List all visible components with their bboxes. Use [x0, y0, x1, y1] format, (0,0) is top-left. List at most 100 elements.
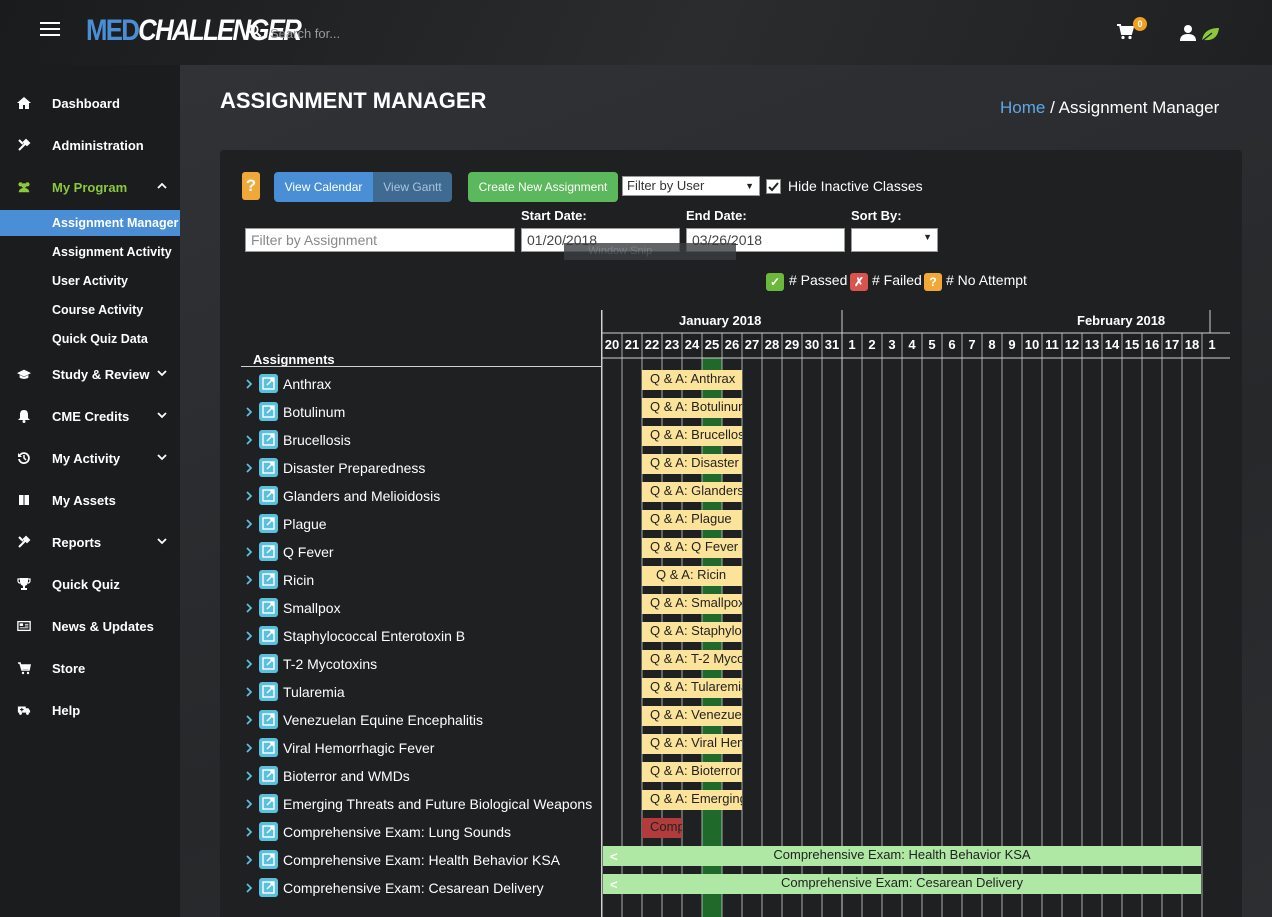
- assignment-bar[interactable]: Q & A: Disaster Preparedness: [642, 454, 742, 474]
- edit-icon[interactable]: [259, 682, 278, 701]
- sidebar-item-my-activity[interactable]: My Activity: [0, 446, 180, 472]
- hide-inactive-checkbox[interactable]: [766, 179, 781, 194]
- assignment-bar[interactable]: Q & A: Staphylococcal Enterotoxin B: [642, 622, 742, 642]
- assignment-bar[interactable]: Q & A: Bioterror and WMDs: [642, 762, 742, 782]
- sidebar-item-quick-quiz[interactable]: Quick Quiz: [0, 572, 180, 598]
- search-input[interactable]: [270, 20, 570, 46]
- chevron-right-icon[interactable]: [246, 547, 253, 557]
- breadcrumb-home-link[interactable]: Home: [1000, 98, 1045, 117]
- filter-by-assignment-input[interactable]: [245, 228, 515, 252]
- sidebar-item-my-program[interactable]: My Program: [0, 175, 180, 201]
- assignment-row[interactable]: Ricin: [240, 566, 600, 594]
- assignment-bar[interactable]: Q & A: Plague: [642, 510, 742, 530]
- chevron-right-icon[interactable]: [246, 519, 253, 529]
- chevron-right-icon[interactable]: [246, 379, 253, 389]
- edit-icon[interactable]: [259, 626, 278, 645]
- chevron-right-icon[interactable]: [246, 715, 253, 725]
- chevron-right-icon[interactable]: [246, 491, 253, 501]
- assignment-bar[interactable]: Q & A: Botulinum: [642, 398, 742, 418]
- chevron-right-icon[interactable]: [246, 687, 253, 697]
- chevron-right-icon[interactable]: [246, 463, 253, 473]
- chevron-right-icon[interactable]: [246, 827, 253, 837]
- sidebar-item-help[interactable]: Help: [0, 698, 180, 724]
- edit-icon[interactable]: [259, 486, 278, 505]
- chevron-right-icon[interactable]: [246, 659, 253, 669]
- assignment-row[interactable]: Brucellosis: [240, 426, 600, 454]
- assignment-bar[interactable]: < Comprehensive Exam: Health Behavior KSA: [603, 846, 1201, 866]
- sort-by-select[interactable]: ▼: [851, 228, 938, 252]
- sidebar-subitem-assignment-activity[interactable]: Assignment Activity: [0, 239, 180, 265]
- sidebar-item-dashboard[interactable]: Dashboard: [0, 91, 180, 117]
- assignment-bar[interactable]: Q & A: Emerging Threats: [642, 790, 742, 810]
- edit-icon[interactable]: [259, 570, 278, 589]
- assignment-bar[interactable]: Q & A: Venezuelan Equine Encephalitis: [642, 706, 742, 726]
- assignment-row[interactable]: Anthrax: [240, 370, 600, 398]
- sidebar-item-news-updates[interactable]: News & Updates: [0, 614, 180, 640]
- assignment-bar[interactable]: Q & A: Q Fever: [642, 538, 742, 558]
- edit-icon[interactable]: [259, 654, 278, 673]
- create-new-assignment-button[interactable]: Create New Assignment: [468, 172, 618, 202]
- logo[interactable]: MEDCHALLENGER: [86, 14, 302, 48]
- assignment-row[interactable]: Staphylococcal Enterotoxin B: [240, 622, 600, 650]
- sidebar-item-my-assets[interactable]: My Assets: [0, 488, 180, 514]
- assignment-bar[interactable]: Q & A: Glanders and Melioidosis: [642, 482, 742, 502]
- chevron-right-icon[interactable]: [246, 855, 253, 865]
- assignment-row[interactable]: Tularemia: [240, 678, 600, 706]
- edit-icon[interactable]: [259, 374, 278, 393]
- chevron-right-icon[interactable]: [246, 407, 253, 417]
- assignment-bar[interactable]: Q & A: Tularemia: [642, 678, 742, 698]
- sidebar-item-cme-credits[interactable]: CME Credits: [0, 404, 180, 430]
- edit-icon[interactable]: [259, 794, 278, 813]
- user-icon[interactable]: [1180, 24, 1196, 41]
- assignment-row[interactable]: Bioterror and WMDs: [240, 762, 600, 790]
- assignment-bar[interactable]: Q & A: Ricin: [642, 566, 742, 586]
- edit-icon[interactable]: [259, 822, 278, 841]
- sidebar-item-reports[interactable]: Reports: [0, 530, 180, 556]
- scroll-left-arrow[interactable]: <: [610, 876, 618, 894]
- assignment-row[interactable]: Plague: [240, 510, 600, 538]
- chevron-right-icon[interactable]: [246, 799, 253, 809]
- assignment-bar[interactable]: Q & A: Viral Hemorrhagic Fever: [642, 734, 742, 754]
- edit-icon[interactable]: [259, 430, 278, 449]
- chevron-right-icon[interactable]: [246, 771, 253, 781]
- sidebar-item-study-review[interactable]: Study & Review: [0, 362, 180, 388]
- chevron-right-icon[interactable]: [246, 883, 253, 893]
- hamburger-menu-icon[interactable]: [40, 22, 60, 36]
- edit-icon[interactable]: [259, 402, 278, 421]
- chevron-right-icon[interactable]: [246, 743, 253, 753]
- view-gantt-button[interactable]: View Gantt: [373, 172, 452, 202]
- assignment-row[interactable]: Q Fever: [240, 538, 600, 566]
- assignment-row[interactable]: Comprehensive Exam: Lung Sounds: [240, 818, 600, 846]
- sidebar-subitem-user-activity[interactable]: User Activity: [0, 268, 180, 294]
- assignment-row[interactable]: Disaster Preparedness: [240, 454, 600, 482]
- chevron-right-icon[interactable]: [246, 435, 253, 445]
- assignment-bar[interactable]: Q & A: Smallpox: [642, 594, 742, 614]
- edit-icon[interactable]: [259, 738, 278, 757]
- assignment-bar[interactable]: Q & A: Brucellosis: [642, 426, 742, 446]
- search-icon[interactable]: [248, 24, 262, 38]
- view-calendar-button[interactable]: View Calendar: [274, 172, 373, 202]
- sidebar-subitem-course-activity[interactable]: Course Activity: [0, 297, 180, 323]
- edit-icon[interactable]: [259, 514, 278, 533]
- chevron-right-icon[interactable]: [246, 603, 253, 613]
- filter-by-user-select[interactable]: Filter by User ▼: [622, 176, 760, 196]
- chevron-right-icon[interactable]: [246, 575, 253, 585]
- assignment-row[interactable]: Smallpox: [240, 594, 600, 622]
- assignment-row[interactable]: Emerging Threats and Future Biological W…: [240, 790, 600, 818]
- assignment-row[interactable]: Comprehensive Exam: Cesarean Delivery: [240, 874, 600, 902]
- assignment-bar[interactable]: Q & A: Anthrax: [642, 370, 742, 390]
- assignment-row[interactable]: Viral Hemorrhagic Fever: [240, 734, 600, 762]
- assignment-bar[interactable]: Q & A: T-2 Mycotoxins: [642, 650, 742, 670]
- edit-icon[interactable]: [259, 542, 278, 561]
- help-button[interactable]: ?: [242, 172, 260, 200]
- sidebar-item-administration[interactable]: Administration: [0, 133, 180, 159]
- edit-icon[interactable]: [259, 850, 278, 869]
- cart-icon[interactable]: [1116, 24, 1134, 40]
- sidebar-item-store[interactable]: Store: [0, 656, 180, 682]
- assignment-row[interactable]: Comprehensive Exam: Health Behavior KSA: [240, 846, 600, 874]
- sidebar-subitem-quick-quiz-data[interactable]: Quick Quiz Data: [0, 326, 180, 352]
- assignment-row[interactable]: T-2 Mycotoxins: [240, 650, 600, 678]
- assignment-row[interactable]: Venezuelan Equine Encephalitis: [240, 706, 600, 734]
- assignment-row[interactable]: Botulinum: [240, 398, 600, 426]
- edit-icon[interactable]: [259, 766, 278, 785]
